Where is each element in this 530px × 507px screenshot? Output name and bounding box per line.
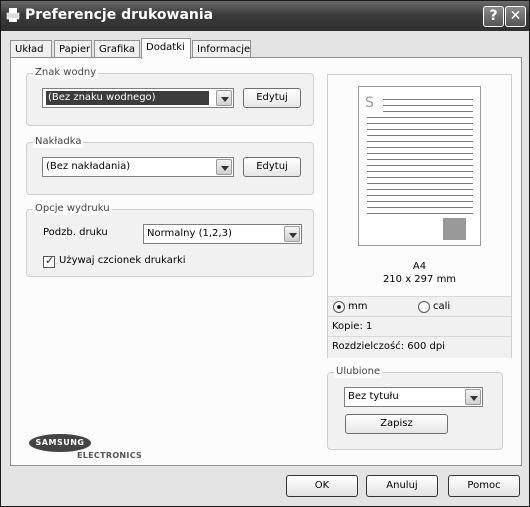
unit-mm-label[interactable]: mm <box>348 297 367 316</box>
text-line <box>367 201 473 202</box>
output-options-group: Opcje wydruku Podzb. druku Normalny (1,2… <box>26 203 314 277</box>
print-subset-label: Podzb. druku <box>43 227 108 238</box>
unit-inch-radio[interactable] <box>418 301 430 313</box>
paper-dimensions: 210 x 297 mm <box>382 274 457 285</box>
text-line <box>383 105 473 106</box>
overlay-select[interactable]: (Bez nakładania) <box>42 157 234 177</box>
printer-fonts-label[interactable]: Używaj czcionek drukarki <box>59 255 186 266</box>
samsung-logo-sub: ELECTRONICS <box>77 451 143 460</box>
help-button[interactable]: Pomoc <box>448 475 520 497</box>
chevron-down-icon[interactable] <box>216 159 232 175</box>
unit-mm-radio[interactable] <box>333 301 345 313</box>
watermark-group: Znak wodny (Bez znaku wodnego) Edytuj <box>26 67 314 126</box>
chevron-down-icon[interactable] <box>284 226 300 242</box>
title-bar[interactable]: Preferencje drukowania ? ✕ <box>1 1 529 31</box>
overlay-marker-icon <box>443 218 466 240</box>
favorites-group: Ulubione Bez tytułu Zapisz <box>327 366 503 450</box>
print-subset-selected-value: Normalny (1,2,3) <box>147 228 232 239</box>
text-line <box>367 153 473 154</box>
page-icon-letter: S <box>365 95 374 111</box>
text-line <box>367 147 473 148</box>
tab-dodatki[interactable]: Dodatki <box>141 38 191 59</box>
watermark-select[interactable]: (Bez znaku wodnego) <box>42 88 234 108</box>
chevron-down-icon[interactable] <box>216 90 232 106</box>
overlay-group: Nakładka (Bez nakładania) Edytuj <box>26 136 314 195</box>
window-title: Preferencje drukowania <box>25 7 214 23</box>
unit-inch-label[interactable]: cali <box>433 297 450 316</box>
tab-grafika[interactable]: Grafika <box>94 40 140 58</box>
samsung-logo: SAMSUNG <box>29 434 91 452</box>
text-line <box>367 195 473 196</box>
help-title-button[interactable]: ? <box>483 6 504 27</box>
text-line <box>367 141 473 142</box>
print-subset-select[interactable]: Normalny (1,2,3) <box>143 224 302 244</box>
unit-row: mm cali <box>328 296 511 316</box>
chevron-down-icon[interactable] <box>465 389 481 405</box>
printer-icon <box>6 8 20 22</box>
favorites-select[interactable]: Bez tytułu <box>344 387 483 407</box>
print-preferences-window: Preferencje drukowania ? ✕ Układ Papier … <box>0 0 530 507</box>
copies-info: Kopie: 1 <box>328 316 511 336</box>
cancel-button[interactable]: Anuluj <box>366 475 438 497</box>
text-line <box>367 123 473 124</box>
text-line <box>367 171 473 172</box>
text-line <box>367 135 473 136</box>
text-line <box>367 129 473 130</box>
text-line <box>383 111 473 112</box>
tab-informacje[interactable]: Informacje <box>192 40 251 58</box>
resolution-info: Rozdzielczość: 600 dpi <box>328 336 511 358</box>
favorites-selected-value: Bez tytułu <box>348 391 399 402</box>
paper-name: A4 <box>412 261 427 272</box>
ok-button[interactable]: OK <box>286 475 358 497</box>
printer-fonts-checkbox[interactable] <box>43 254 55 268</box>
tab-uklad[interactable]: Układ <box>10 40 52 58</box>
text-line <box>367 189 473 190</box>
output-options-group-label: Opcje wydruku <box>33 203 112 215</box>
text-line <box>367 177 473 178</box>
favorites-group-label: Ulubione <box>334 366 383 378</box>
watermark-group-label: Znak wodny <box>33 67 99 79</box>
watermark-edit-button[interactable]: Edytuj <box>243 88 301 108</box>
overlay-edit-button[interactable]: Edytuj <box>243 157 301 177</box>
extras-panel: Znak wodny (Bez znaku wodnego) Edytuj Na… <box>10 57 522 466</box>
text-line <box>367 213 473 214</box>
text-line <box>383 99 473 100</box>
overlay-selected-value: (Bez nakładania) <box>46 161 131 172</box>
text-line <box>367 165 473 166</box>
text-line <box>367 207 473 208</box>
tab-papier[interactable]: Papier <box>54 40 92 58</box>
save-favorite-button[interactable]: Zapisz <box>345 414 448 434</box>
page-preview: S A4 210 x 297 mm mm cali Kopie: 1 Rozdz… <box>327 74 512 358</box>
text-line <box>367 183 473 184</box>
text-line <box>367 117 473 118</box>
close-button[interactable]: ✕ <box>505 6 526 27</box>
watermark-selected-value: (Bez znaku wodnego) <box>46 91 209 105</box>
text-line <box>367 159 473 160</box>
paper-preview: S <box>358 86 481 246</box>
overlay-group-label: Nakładka <box>33 136 84 148</box>
